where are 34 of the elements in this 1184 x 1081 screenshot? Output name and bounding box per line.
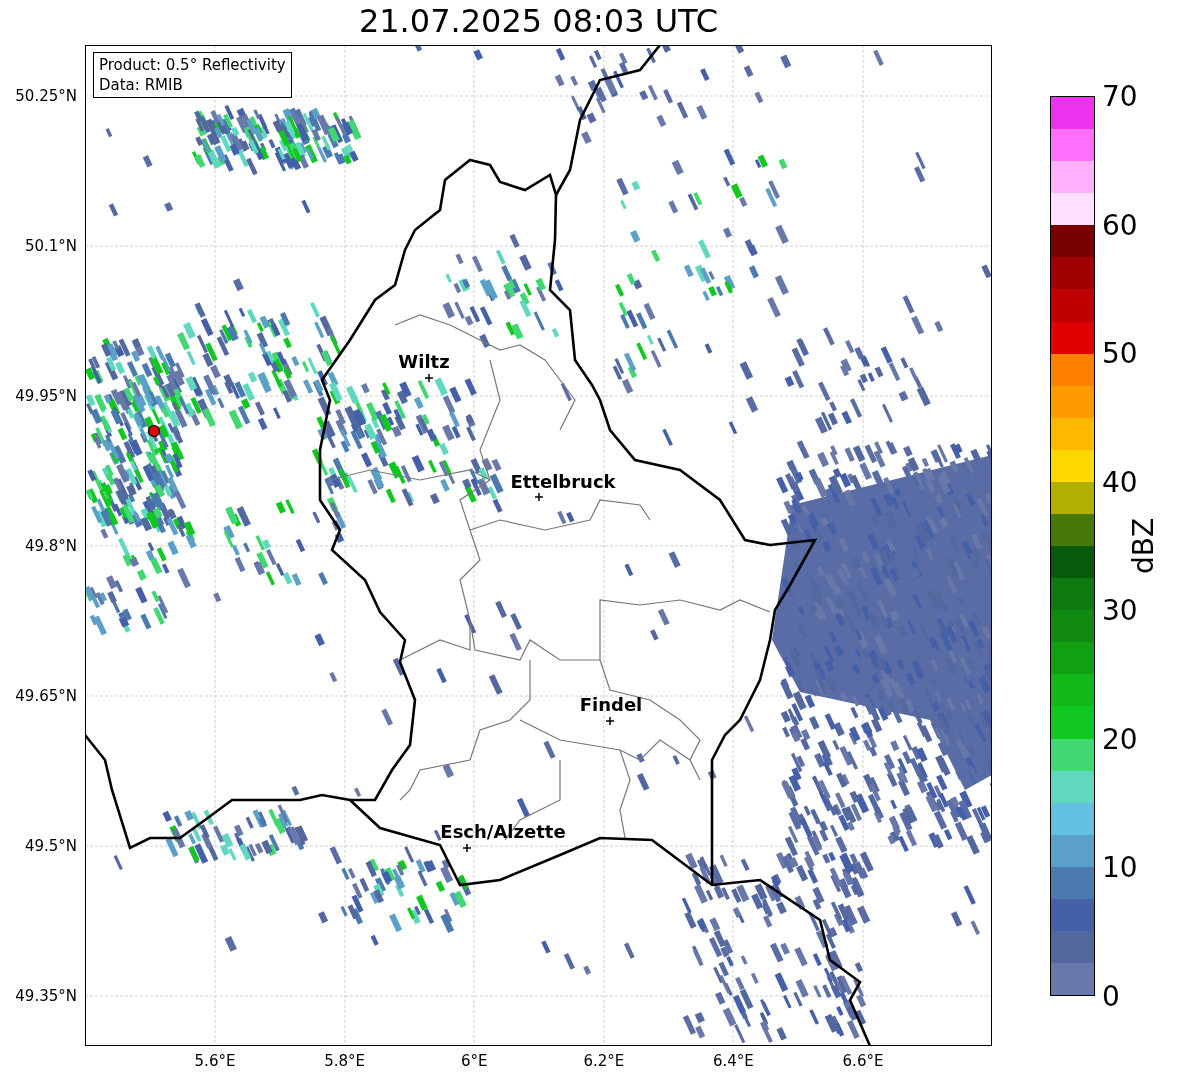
axis-tick-label: 49.35°N [15, 987, 77, 1005]
axis-tick-label: 49.5°N [24, 837, 77, 855]
city-label: Ettelbruck [510, 471, 616, 492]
city-marker-icon [534, 492, 544, 502]
colorbar-tick-label: 0 [1102, 979, 1120, 1013]
legend-text: Data: RMIB [99, 75, 184, 95]
legend-text: Product: 0.5° Reflectivity [99, 55, 286, 75]
city-label: Findel [579, 694, 643, 715]
colorbar-tick-label: 30 [1102, 593, 1138, 627]
axis-tick-label: 6.6°E [842, 1052, 884, 1070]
colorbar-tick-label: 70 [1102, 79, 1138, 113]
axis-tick-label: 49.95°N [15, 387, 77, 405]
colorbar-tick-label: 60 [1102, 208, 1138, 242]
colorbar-tick-label: 20 [1102, 722, 1138, 756]
axis-tick-label: 50.1°N [24, 237, 77, 255]
colorbar-tick-label: 40 [1102, 465, 1138, 499]
colorbar-title: dBZ [1126, 517, 1160, 575]
chart-title: 21.07.2025 08:03 UTC [357, 0, 720, 42]
city-marker-icon [462, 843, 472, 853]
city-marker-icon [605, 716, 615, 726]
axis-tick-label: 6.2°E [583, 1052, 625, 1070]
axis-tick-label: 49.8°N [24, 537, 77, 555]
axis-tick-label: 6°E [460, 1052, 488, 1070]
radar-site-icon [147, 424, 161, 438]
axis-tick-label: 50.25°N [15, 87, 77, 105]
axis-tick-label: 5.8°E [324, 1052, 365, 1070]
colorbar-tick-label: 50 [1102, 336, 1138, 370]
axis-tick-label: 49.65°N [15, 687, 77, 705]
axis-tick-label: 6.4°E [712, 1052, 754, 1070]
axis-tick-label: 5.6°E [194, 1052, 236, 1070]
city-label: Wiltz [398, 351, 450, 372]
city-marker-icon [424, 373, 434, 383]
colorbar-tick-label: 10 [1102, 850, 1138, 884]
city-label: Esch/Alzette [440, 821, 566, 842]
